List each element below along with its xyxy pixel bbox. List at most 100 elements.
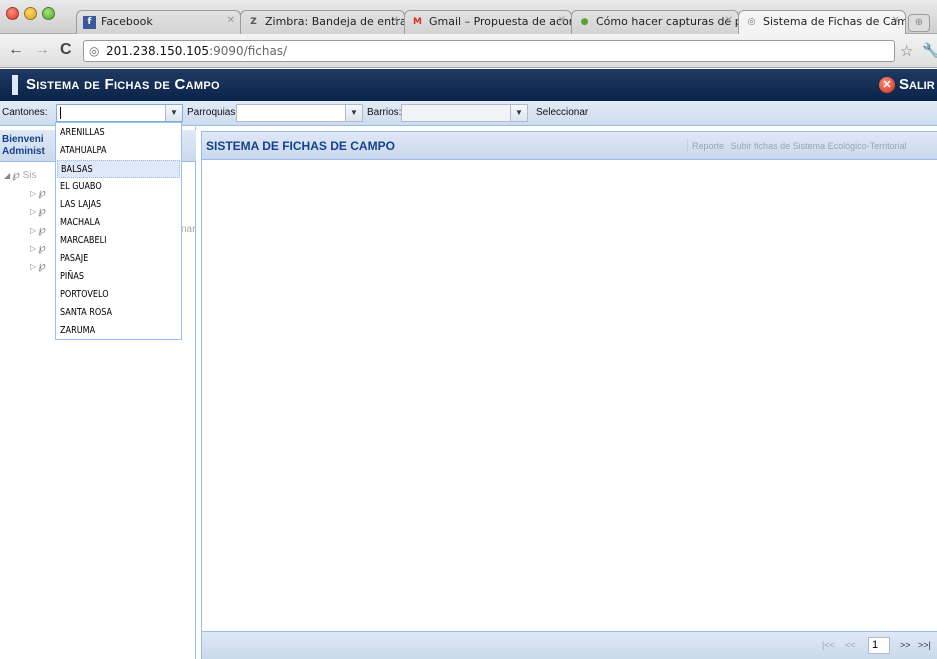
collapsed-arrow-icon[interactable]: ▷ (30, 244, 36, 253)
tab-capturas[interactable]: ● Cómo hacer capturas de pa ✕ (571, 10, 739, 34)
tree-node-label-partial: nar (181, 224, 196, 235)
globe-icon: ◎ (747, 17, 756, 27)
tab-title: Zimbra: Bandeja de entrada (265, 15, 405, 28)
toolbar-separator (687, 139, 688, 153)
gmail-icon: M (413, 17, 422, 27)
dropdown-option[interactable]: MACHALA (57, 214, 180, 232)
dropdown-option[interactable]: MARCABELI (57, 232, 180, 250)
close-tab-icon[interactable]: ✕ (558, 15, 566, 26)
seleccionar-button[interactable]: Seleccionar (536, 107, 588, 118)
collapsed-arrow-icon[interactable]: ▷ (30, 207, 36, 216)
dropdown-option-label: ATAHUALPA (60, 145, 107, 156)
close-circle-icon: ✕ (879, 77, 895, 93)
app-title: Sistema de Fichas de Campo (26, 76, 220, 93)
tree-root[interactable]: ◢ ℘ Sis (4, 168, 37, 181)
dropdown-option-label: LAS LAJAS (60, 199, 102, 210)
zoom-window-button[interactable] (42, 7, 55, 20)
node-icon: ℘ (38, 187, 46, 199)
logout-button[interactable]: ✕ Salir (879, 76, 935, 93)
tab-facebook[interactable]: f Facebook ✕ (76, 10, 241, 34)
cantones-combobox[interactable]: ▼ (56, 104, 183, 122)
prev-page-button[interactable]: << (845, 640, 856, 650)
reporte-link[interactable]: Reporte (692, 141, 724, 151)
dropdown-option[interactable]: BALSAS (57, 160, 180, 178)
tree-node[interactable]: ▷ ℘ (30, 204, 46, 217)
dropdown-option[interactable]: EL GUABO (57, 178, 180, 196)
facebook-icon: f (83, 16, 96, 29)
node-icon: ℘ (38, 260, 46, 272)
tab-zimbra[interactable]: Z Zimbra: Bandeja de entrada ✕ (240, 10, 405, 34)
tree-node[interactable]: ▷ ℘ (30, 223, 46, 236)
dropdown-option[interactable]: PASAJE (57, 250, 180, 268)
forward-arrow-icon[interactable]: → (34, 41, 50, 59)
url-path: :9090/fichas/ (209, 44, 288, 58)
dropdown-option-label: PORTOVELO (60, 289, 109, 300)
first-page-button[interactable]: |<< (822, 640, 835, 650)
dropdown-option[interactable]: PIÑAS (57, 268, 180, 286)
node-icon: ℘ (38, 224, 46, 236)
close-window-button[interactable] (6, 7, 19, 20)
barrios-combobox[interactable]: ▼ (401, 104, 528, 122)
node-icon: ℘ (38, 242, 46, 254)
dropdown-option[interactable]: ZARUMA (57, 322, 180, 340)
tab-sistema-fichas[interactable]: ◎ Sistema de Fichas de Camp ✕ (738, 10, 906, 34)
new-tab-button[interactable]: ⊕ (908, 14, 930, 32)
chevron-down-icon[interactable]: ▼ (510, 105, 527, 121)
next-page-button[interactable]: >> (900, 640, 911, 650)
dropdown-option-label: BALSAS (61, 164, 93, 175)
dropdown-option[interactable]: PORTOVELO (57, 286, 180, 304)
parroquias-combobox[interactable]: ▼ (236, 104, 363, 122)
dropdown-option-label: PASAJE (60, 253, 89, 264)
main-panel-title: SISTEMA DE FICHAS DE CAMPO (206, 139, 395, 153)
main-panel: SISTEMA DE FICHAS DE CAMPO Reporte Subir… (201, 131, 937, 659)
close-tab-icon[interactable]: ✕ (391, 15, 399, 26)
back-arrow-icon[interactable]: ← (8, 41, 24, 59)
collapsed-arrow-icon[interactable]: ▷ (30, 226, 36, 235)
dropdown-option-label: MACHALA (60, 217, 100, 228)
barrios-label: Barrios: (367, 107, 402, 118)
subir-fichas-link[interactable]: Subir fichas de Sistema Ecológico-Territ… (731, 141, 907, 151)
collapsed-arrow-icon[interactable]: ▷ (30, 189, 36, 198)
bookmark-star-icon[interactable]: ☆ (900, 42, 913, 60)
node-icon: ℘ (38, 205, 46, 217)
dropdown-option-label: MARCABELI (60, 235, 107, 246)
tree-node[interactable]: ▷ ℘ (30, 186, 46, 199)
parroquias-label: Parroquias: (187, 107, 239, 118)
address-bar[interactable]: ◎ 201.238.150.105:9090/fichas/ (83, 40, 895, 62)
url-host: 201.238.150.105 (106, 44, 210, 58)
expanded-arrow-icon[interactable]: ◢ (4, 171, 10, 180)
dropdown-option[interactable]: SANTA ROSA (57, 304, 180, 322)
close-tab-icon[interactable]: ✕ (892, 15, 900, 26)
tab-gmail[interactable]: M Gmail – Propuesta de acom ✕ (404, 10, 572, 34)
main-panel-header: SISTEMA DE FICHAS DE CAMPO Reporte Subir… (202, 132, 937, 160)
tab-title: Gmail – Propuesta de acom (429, 15, 572, 28)
cantones-label: Cantones: (2, 107, 48, 118)
dropdown-option[interactable]: ARENILLAS (57, 124, 180, 142)
dropdown-option-label: PIÑAS (60, 271, 85, 282)
collapsed-arrow-icon[interactable]: ▷ (30, 262, 36, 271)
pagination-toolbar: |<< << 1 >> >>| (202, 631, 937, 659)
minimize-window-button[interactable] (24, 7, 37, 20)
app-header: Sistema de Fichas de Campo ✕ Salir (0, 69, 937, 101)
reload-icon[interactable]: C (60, 41, 72, 59)
tab-title: Facebook (101, 15, 153, 28)
tree-node[interactable]: ▷ ℘ (30, 241, 46, 254)
site-info-icon[interactable]: ◎ (89, 44, 99, 58)
dropdown-option[interactable]: LAS LAJAS (57, 196, 180, 214)
wrench-icon[interactable]: 🔧 (922, 42, 937, 59)
last-page-button[interactable]: >>| (918, 640, 931, 650)
close-tab-icon[interactable]: ✕ (227, 15, 235, 26)
dropdown-option[interactable]: ATAHUALPA (57, 142, 180, 160)
chevron-down-icon[interactable]: ▼ (165, 105, 182, 121)
text-caret (60, 107, 61, 119)
capture-site-icon: ● (580, 17, 589, 27)
tree-node[interactable]: ▷ ℘ (30, 259, 46, 272)
browser-toolbar: ← → C ◎ 201.238.150.105:9090/fichas/ ☆ 🔧 (0, 34, 937, 68)
chevron-down-icon[interactable]: ▼ (345, 105, 362, 121)
close-tab-icon[interactable]: ✕ (725, 15, 733, 26)
logout-label: Salir (899, 76, 935, 93)
page-number-input[interactable]: 1 (868, 637, 890, 654)
cantones-dropdown-list: ARENILLAS ATAHUALPA BALSAS EL GUABO LAS LAJA… (55, 122, 182, 340)
dropdown-option-label: ARENILLAS (60, 127, 105, 138)
dropdown-option-label: EL GUABO (60, 181, 102, 192)
